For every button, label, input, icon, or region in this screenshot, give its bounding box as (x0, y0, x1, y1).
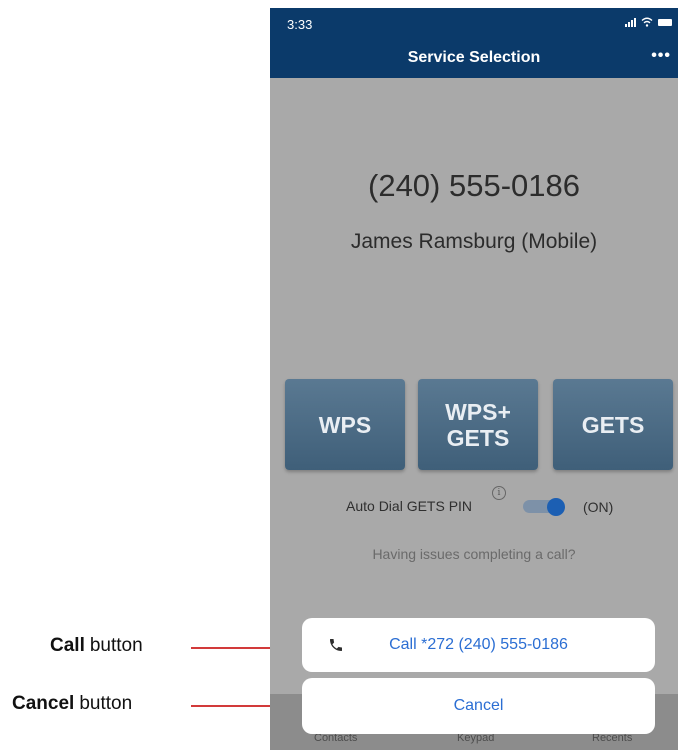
phone-icon (330, 639, 342, 651)
call-button-label: Call *272 (240) 555-0186 (389, 636, 568, 653)
phone-number: (240) 555-0186 (368, 168, 580, 203)
phone-screen: 3:33 Service Selection ••• (240) 555-018… (270, 8, 678, 750)
status-bar: 3:33 (270, 8, 678, 38)
cancel-button[interactable]: Cancel (302, 678, 655, 734)
page-title: Service Selection (407, 49, 541, 66)
wps-gets-label-line: WPS+ (445, 398, 511, 425)
annotation-bold-label: Call (50, 635, 85, 656)
auto-dial-toggle[interactable] (523, 498, 565, 516)
gets-label-line: GETS (581, 411, 645, 438)
wps-button[interactable]: WPS (285, 379, 405, 470)
signal-icon (625, 17, 636, 27)
nav-bar: Service Selection ••• (270, 38, 678, 78)
cancel-button-label: Cancel (453, 697, 504, 714)
wps-gets-label-line: GETS (446, 424, 510, 451)
toggle-knob (547, 498, 565, 516)
wps-gets-label: WPS+ GETS (445, 399, 511, 451)
wifi-icon (641, 17, 653, 27)
help-link[interactable]: Having issues completing a call? (270, 546, 678, 562)
battery-icon (658, 18, 672, 26)
annotation-label: button (79, 693, 133, 714)
status-time: 3:33 (287, 17, 313, 32)
wps-gets-button[interactable]: WPS+ GETS (418, 379, 538, 470)
annotation-label: button (89, 635, 143, 656)
more-options-icon[interactable]: ••• (651, 47, 671, 65)
auto-dial-label: Auto Dial GETS PIN (346, 498, 473, 514)
call-button[interactable]: Call *272 (240) 555-0186 (302, 618, 655, 672)
info-icon[interactable]: i (492, 486, 506, 500)
system-icons (625, 17, 672, 27)
gets-label: GETS (582, 412, 645, 438)
call-button-annotation: Call button (50, 635, 291, 657)
wps-label-line: WPS (318, 411, 372, 438)
contact-name: James Ramsburg (Mobile) (350, 230, 598, 253)
gets-button[interactable]: GETS (553, 379, 673, 470)
wps-label: WPS (319, 412, 371, 438)
annotation-bold-label: Cancel (12, 693, 75, 714)
cancel-button-annotation: Cancel button (12, 693, 291, 715)
auto-dial-state: (ON) (583, 499, 614, 515)
